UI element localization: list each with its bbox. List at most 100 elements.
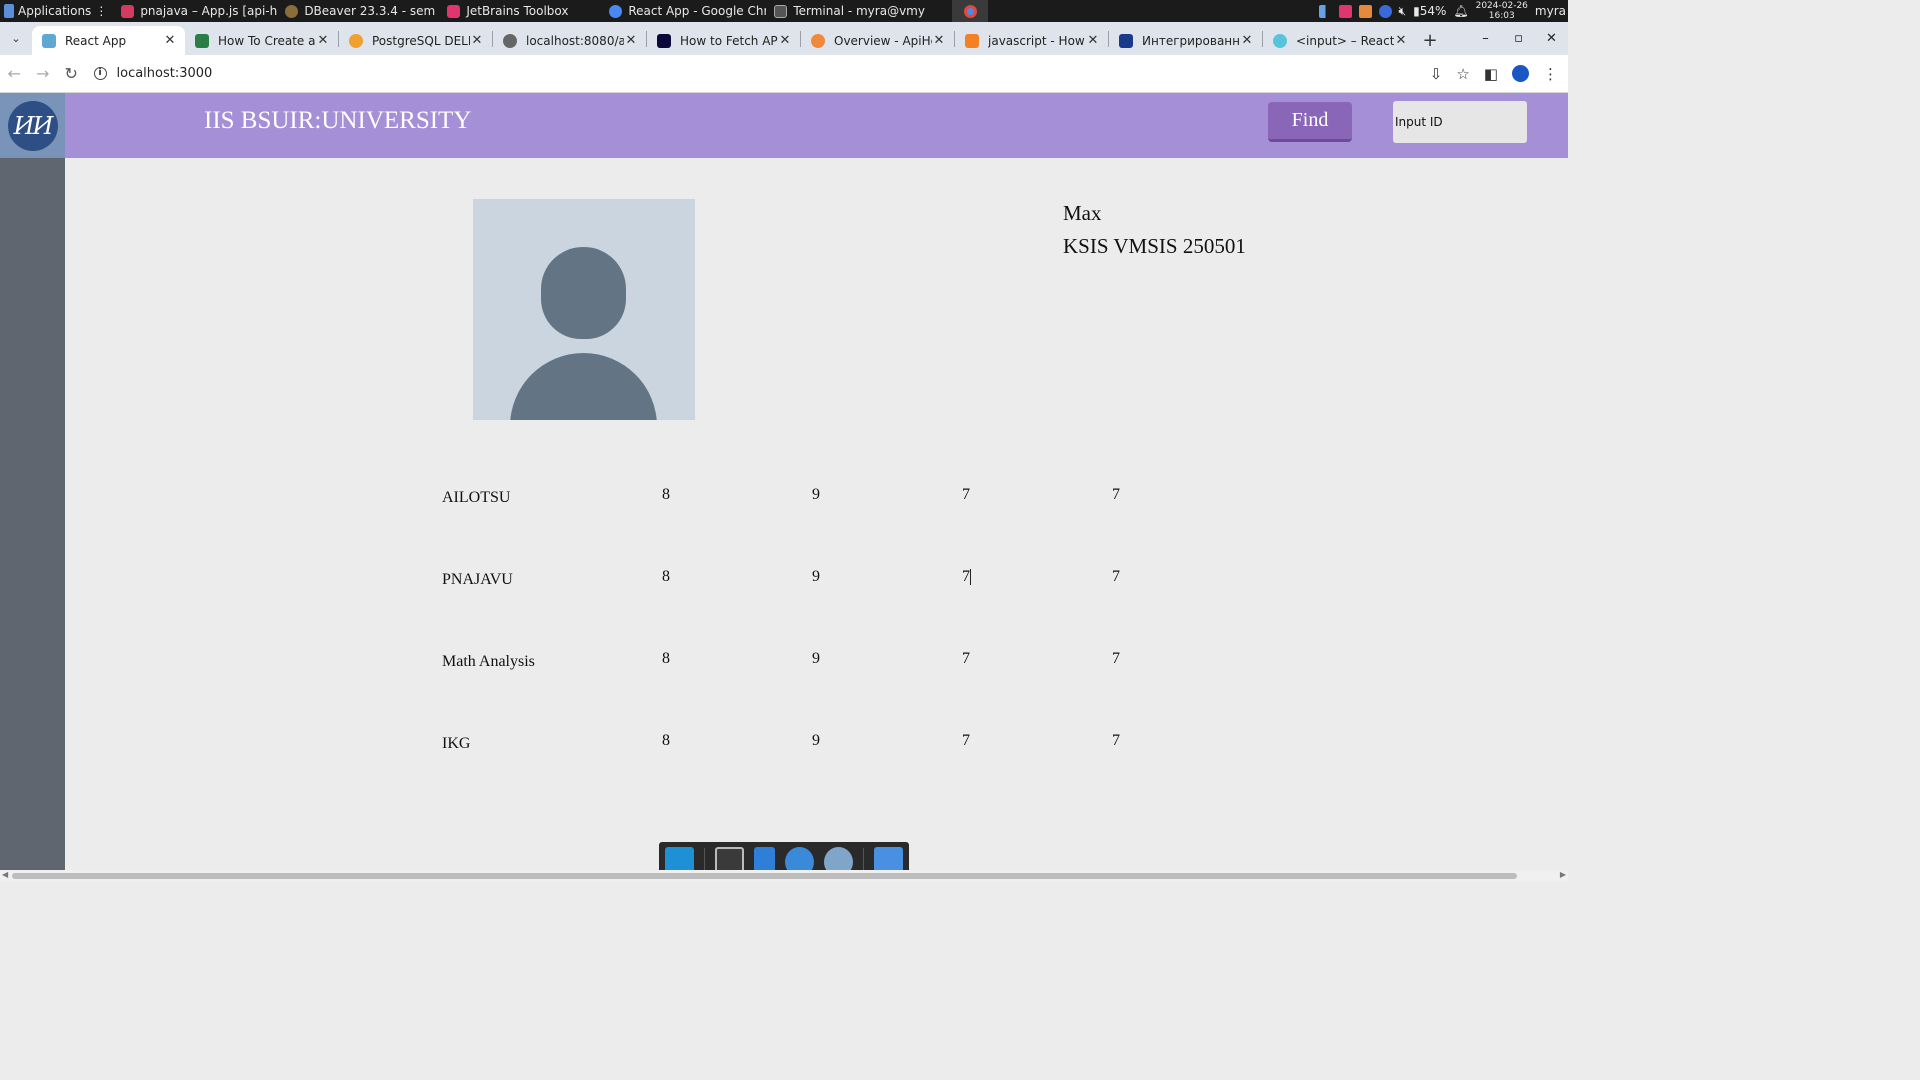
favicon-icon xyxy=(1119,33,1133,48)
horizontal-scrollbar[interactable]: ◀ ▶ xyxy=(0,870,1568,882)
close-icon[interactable]: ✕ xyxy=(624,33,638,48)
close-window-icon[interactable]: ✕ xyxy=(1535,31,1568,46)
logo-container: ИИ xyxy=(0,93,65,158)
text-cursor-icon xyxy=(970,569,972,585)
tab-postgresql-delete[interactable]: PostgreSQL DELETE ✕ xyxy=(339,26,492,55)
kebab-menu-icon[interactable]: ⋮ xyxy=(1543,65,1558,83)
close-icon[interactable]: ✕ xyxy=(778,33,792,48)
new-tab-plus-icon[interactable]: + xyxy=(1416,26,1444,55)
close-icon[interactable]: ✕ xyxy=(1086,33,1100,48)
tab-title: React App xyxy=(65,33,127,48)
grade-cell: 9 xyxy=(812,732,820,749)
profile-avatar-icon[interactable] xyxy=(1512,65,1530,82)
tab-overview-apihell[interactable]: Overview - ApiHell ✕ xyxy=(801,26,954,55)
clock-date: 2024-02-26 xyxy=(1475,1,1528,11)
minimize-icon[interactable]: – xyxy=(1469,31,1502,46)
grades-table: AILOTSU 8 9 7 7 PNAJAVU 8 9 7 7 Math Ana… xyxy=(441,483,1201,811)
close-icon[interactable]: ✕ xyxy=(1240,33,1254,48)
taskbar-item-dbeaver[interactable]: DBeaver 23.3.4 - sem xyxy=(277,0,439,22)
address-bar[interactable]: i localhost:3000 xyxy=(93,60,1430,88)
grade-cell: 7 xyxy=(1112,568,1120,585)
student-id-input[interactable] xyxy=(1393,101,1527,143)
tab-javascript-how-to[interactable]: javascript - How to ✕ xyxy=(955,26,1108,55)
bluetooth-icon[interactable] xyxy=(1378,4,1392,18)
applications-menu[interactable]: Applications ⋮ xyxy=(0,0,113,22)
grade-cell: 7 xyxy=(1112,486,1120,503)
tab-react-app[interactable]: React App ✕ xyxy=(32,26,185,55)
terminal-icon xyxy=(774,4,788,18)
shield-icon[interactable] xyxy=(1358,4,1372,18)
scroll-left-icon[interactable]: ◀ xyxy=(2,870,8,879)
applications-label: Applications xyxy=(18,4,92,18)
avatar-body-shape xyxy=(510,353,657,420)
tab-localhost-api[interactable]: localhost:8080/api/ ✕ xyxy=(493,26,646,55)
react-app-favicon-icon xyxy=(42,33,56,48)
forward-arrow-icon[interactable]: → xyxy=(29,64,58,83)
intellij-icon xyxy=(121,4,135,18)
globe-icon xyxy=(503,33,517,48)
jetbrains-tray-icon[interactable] xyxy=(1338,4,1352,18)
url-text[interactable]: localhost:3000 xyxy=(117,66,213,81)
notification-bell-icon[interactable]: 🔔︎ xyxy=(1453,4,1468,18)
user-name[interactable]: myra xyxy=(1535,4,1566,18)
taskbar-item-label: Terminal - myra@vmyra:~... xyxy=(793,4,926,18)
close-icon[interactable]: ✕ xyxy=(1394,33,1408,48)
taskbar-item-chrome[interactable]: React App - Google Chrome xyxy=(601,0,766,22)
jetbrains-icon xyxy=(447,4,461,18)
grade-cell: 7 xyxy=(1112,732,1120,749)
scroll-right-icon[interactable]: ▶ xyxy=(1560,870,1566,879)
browser-tab-strip: ⌄ React App ✕ How To Create a Se ✕ Postg… xyxy=(0,22,1568,55)
reload-icon[interactable]: ↻ xyxy=(57,64,86,83)
clock[interactable]: 2024-02-26 16:03 xyxy=(1476,1,1528,21)
favicon-icon xyxy=(811,33,825,48)
close-icon[interactable]: ✕ xyxy=(163,33,177,48)
tab-how-to-create[interactable]: How To Create a Se ✕ xyxy=(185,26,338,55)
taskbar-item-intellij[interactable]: pnajava – App.js [api-hell] xyxy=(113,0,277,22)
grade-cell: 9 xyxy=(812,486,820,503)
grade-row: Math Analysis 8 9 7 7 xyxy=(441,647,1201,729)
tab-title: <input> – React xyxy=(1296,33,1394,48)
bookmark-star-icon[interactable]: ☆ xyxy=(1456,65,1469,83)
favicon-icon xyxy=(195,33,209,48)
grade-cell: 7 xyxy=(962,732,970,749)
install-app-icon[interactable]: ⇩ xyxy=(1430,65,1443,83)
taskbar-item-terminal[interactable]: Terminal - myra@vmyra:~... xyxy=(766,0,926,22)
tab-integrated[interactable]: Интегрированная ✕ xyxy=(1109,26,1262,55)
react-favicon-icon xyxy=(1273,33,1287,48)
taskbar-item-label: React App - Google Chrome xyxy=(628,4,767,18)
maximize-icon[interactable]: ▫ xyxy=(1502,31,1535,46)
taskbar-item-label: DBeaver 23.3.4 - sem xyxy=(304,4,436,18)
network-icon[interactable] xyxy=(1318,4,1332,18)
system-tray: 🔇︎ ▮54% 🔔︎ 2024-02-26 16:03 myra xyxy=(1318,1,1568,21)
subject-name: Math Analysis xyxy=(442,653,535,670)
stackoverflow-icon xyxy=(965,33,979,48)
close-icon[interactable]: ✕ xyxy=(470,33,484,48)
student-group: KSIS VMSIS 250501 xyxy=(1063,234,1246,258)
taskbar-active-window[interactable] xyxy=(952,0,989,22)
tab-title: Интегрированная xyxy=(1142,33,1240,48)
volume-muted-icon[interactable]: 🔇︎ xyxy=(1399,4,1407,19)
tab-input-react[interactable]: <input> – React ✕ xyxy=(1263,26,1416,55)
grade-cell: 8 xyxy=(662,568,670,585)
taskbar-item-jetbrains-toolbox[interactable]: JetBrains Toolbox xyxy=(439,0,601,22)
tab-how-to-fetch-api[interactable]: How to Fetch API D ✕ xyxy=(647,26,800,55)
find-button[interactable]: Find xyxy=(1268,102,1352,142)
chrome-icon xyxy=(963,4,977,18)
close-icon[interactable]: ✕ xyxy=(316,33,330,48)
tab-title: localhost:8080/api/ xyxy=(526,33,624,48)
scrollbar-thumb[interactable] xyxy=(12,873,1517,879)
dbeaver-icon xyxy=(285,4,299,18)
side-panel-icon[interactable]: ◧ xyxy=(1484,65,1498,83)
os-top-panel: Applications ⋮ pnajava – App.js [api-hel… xyxy=(0,0,1568,22)
close-icon[interactable]: ✕ xyxy=(932,33,946,48)
site-info-icon[interactable]: i xyxy=(93,67,107,80)
tab-title: javascript - How to xyxy=(988,33,1086,48)
toolbar-actions: ⇩ ☆ ◧ ⋮ xyxy=(1430,65,1568,83)
tab-search-chevron-icon[interactable]: ⌄ xyxy=(0,22,32,55)
grade-cell: 7 xyxy=(1112,650,1120,667)
subject-name: AILOTSU xyxy=(442,489,511,506)
battery-indicator[interactable]: ▮54% xyxy=(1413,4,1446,18)
left-sidebar xyxy=(0,158,65,870)
back-arrow-icon[interactable]: ← xyxy=(0,64,29,83)
grade-row: PNAJAVU 8 9 7 7 xyxy=(441,565,1201,647)
